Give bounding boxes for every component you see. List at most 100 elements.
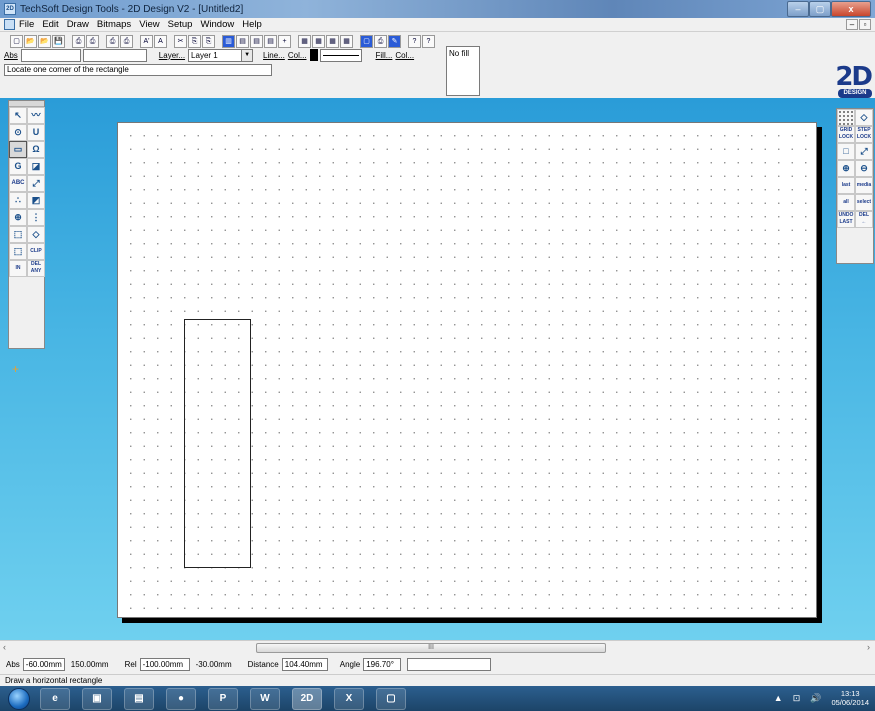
- network-icon[interactable]: ⊡: [793, 693, 801, 704]
- bitmap-tool-icon[interactable]: ⬚: [9, 226, 27, 243]
- grid-lock-icon[interactable]: GRID LOCK: [837, 126, 855, 143]
- clip-frame-icon[interactable]: ⬚: [9, 243, 27, 260]
- scroll-left-icon[interactable]: ‹: [3, 642, 6, 652]
- delete-any-icon[interactable]: DEL ANY: [27, 260, 45, 277]
- attach-icon[interactable]: ◇: [855, 109, 873, 126]
- transform-tool-icon[interactable]: ⊕: [9, 209, 27, 226]
- eraser-tool-icon[interactable]: ◇: [27, 226, 45, 243]
- text-edit-button[interactable]: A: [154, 34, 167, 48]
- document-icon[interactable]: [4, 19, 15, 30]
- text-tool-icon[interactable]: ABC: [9, 175, 27, 192]
- taskbar-word[interactable]: W: [250, 687, 280, 710]
- text-style-button[interactable]: A': [140, 34, 153, 48]
- taskbar-explorer[interactable]: ▤: [124, 687, 154, 710]
- select-bitmap-button[interactable]: ▥: [222, 34, 235, 48]
- pointer-tool-icon[interactable]: ↖: [9, 107, 27, 124]
- layout-view-button[interactable]: ▤: [250, 34, 263, 48]
- draw-settings-button[interactable]: ✎: [388, 34, 401, 48]
- coord-x-input[interactable]: [20, 48, 81, 62]
- menu-view[interactable]: View: [139, 19, 159, 30]
- in-tool-icon[interactable]: IN: [9, 260, 27, 277]
- fillet-tool-icon[interactable]: G: [9, 158, 27, 175]
- grid-display-icon[interactable]: [837, 109, 855, 126]
- start-button[interactable]: [8, 687, 30, 710]
- layer-tool-2-button[interactable]: ▦: [312, 34, 325, 48]
- context-help-button[interactable]: ?: [408, 34, 421, 48]
- dimension-tool-icon[interactable]: ⤢: [27, 175, 45, 192]
- menu-file[interactable]: File: [19, 19, 34, 30]
- zoom-out-icon[interactable]: ⊖: [855, 160, 873, 177]
- line-button[interactable]: Line...: [263, 51, 285, 60]
- circle-tool-icon[interactable]: ⊙: [9, 124, 27, 141]
- coord-y-input[interactable]: [82, 48, 147, 62]
- abs-toggle[interactable]: Abs: [4, 51, 18, 60]
- fill-preview[interactable]: No fill: [446, 46, 480, 96]
- taskbar-chrome[interactable]: ●: [166, 687, 196, 710]
- layer-tool-1-button[interactable]: ▦: [298, 34, 311, 48]
- layer-tool-3-button[interactable]: ▦: [326, 34, 339, 48]
- hatch-tool-icon[interactable]: ◪: [27, 158, 45, 175]
- printer-setup-button[interactable]: ⎙: [374, 34, 387, 48]
- menu-window[interactable]: Window: [200, 19, 234, 30]
- line-style-preview[interactable]: [319, 48, 362, 62]
- scroll-right-icon[interactable]: ›: [867, 642, 870, 652]
- new-file-button[interactable]: ▢: [10, 34, 23, 48]
- grid-view-button[interactable]: ▤: [236, 34, 249, 48]
- zoom-extents-icon[interactable]: ⤢: [855, 143, 873, 160]
- offset-tool-icon[interactable]: ◩: [27, 192, 45, 209]
- delete-last-icon[interactable]: DEL ←: [855, 211, 873, 228]
- chevron-down-icon[interactable]: ▼: [242, 48, 254, 62]
- volume-icon[interactable]: 🔊: [810, 693, 821, 704]
- export-button[interactable]: ⎙: [120, 34, 133, 48]
- open-recent-button[interactable]: 📂: [38, 34, 51, 48]
- close-button[interactable]: x: [831, 1, 871, 17]
- origin-button[interactable]: +: [278, 34, 291, 48]
- clip-tool-icon[interactable]: CLIP: [27, 243, 45, 260]
- taskbar-media[interactable]: ▣: [82, 687, 112, 710]
- tray-expand-icon[interactable]: ▲: [774, 693, 783, 703]
- window-view-button[interactable]: ▢: [360, 34, 373, 48]
- zoom-in-icon[interactable]: ⊕: [837, 160, 855, 177]
- select-media-icon[interactable]: media: [855, 177, 873, 194]
- doc-restore-button[interactable]: ▫: [859, 19, 871, 30]
- horizontal-scrollbar[interactable]: ‹ III ›: [0, 640, 875, 654]
- frame-button[interactable]: ▤: [264, 34, 277, 48]
- rectangle-tool-icon[interactable]: ▭: [9, 141, 27, 158]
- undo-last-icon[interactable]: UNDO LAST: [837, 211, 855, 228]
- help-button[interactable]: ?: [422, 34, 435, 48]
- taskbar-publisher[interactable]: P: [208, 687, 238, 710]
- line-colour-button[interactable]: Col...: [288, 51, 307, 60]
- cut-button[interactable]: ✂: [174, 34, 187, 48]
- taskbar-ie[interactable]: e: [40, 687, 70, 710]
- import-button[interactable]: ⎙: [106, 34, 119, 48]
- menu-help[interactable]: Help: [242, 19, 262, 30]
- menu-draw[interactable]: Draw: [67, 19, 89, 30]
- fill-button[interactable]: Fill...: [376, 51, 393, 60]
- drawing-workspace[interactable]: +: [0, 98, 875, 640]
- fill-colour-button[interactable]: Col...: [395, 51, 414, 60]
- curve-tool-icon[interactable]: Ω: [27, 141, 45, 158]
- paste-button[interactable]: ⎘: [202, 34, 215, 48]
- taskbar-app[interactable]: ▢: [376, 687, 406, 710]
- taskbar-clock[interactable]: 13:13 05/06/2014: [831, 689, 869, 707]
- scrollbar-thumb[interactable]: III: [256, 643, 606, 653]
- polyline-tool-icon[interactable]: 〰: [27, 107, 45, 124]
- menu-setup[interactable]: Setup: [168, 19, 193, 30]
- select-icon[interactable]: select: [855, 194, 873, 211]
- open-file-button[interactable]: 📂: [24, 34, 37, 48]
- taskbar-2d-design[interactable]: 2D: [292, 687, 322, 710]
- select-last-icon[interactable]: last: [837, 177, 855, 194]
- print-button[interactable]: ⎙: [72, 34, 85, 48]
- minimize-button[interactable]: –: [787, 1, 809, 17]
- taskbar-excel[interactable]: X: [334, 687, 364, 710]
- drawn-rectangle[interactable]: [184, 319, 251, 568]
- arc-tool-icon[interactable]: U: [27, 124, 45, 141]
- copy-button[interactable]: ⎘: [188, 34, 201, 48]
- save-button[interactable]: 💾: [52, 34, 65, 48]
- line-colour-swatch[interactable]: [309, 49, 318, 61]
- menu-bitmaps[interactable]: Bitmaps: [97, 19, 131, 30]
- maximize-button[interactable]: ▢: [809, 1, 831, 17]
- layer-button[interactable]: Layer...: [159, 51, 185, 60]
- print-preview-button[interactable]: ⎙: [86, 34, 99, 48]
- layer-tool-4-button[interactable]: ▦: [340, 34, 353, 48]
